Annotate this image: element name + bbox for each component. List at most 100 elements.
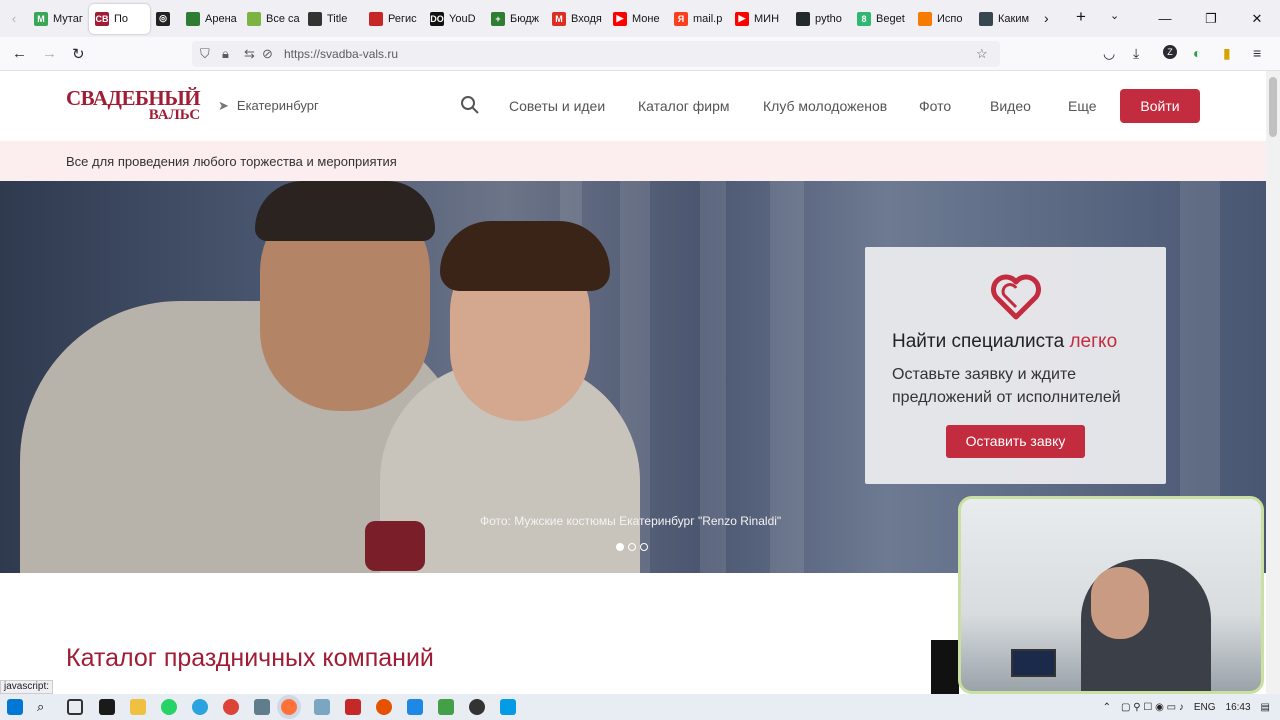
menu-item-more[interactable]: Еще: [1068, 98, 1097, 114]
tray-icons[interactable]: ▢ ⚲ ☐ ◉ ▭ ♪: [1121, 702, 1184, 713]
restore-icon[interactable]: ❐: [1188, 11, 1234, 27]
browser-tab[interactable]: + Бюдж: [485, 4, 546, 34]
tab-favicon-icon: M: [552, 11, 566, 26]
permissions-icon[interactable]: ⇆: [244, 46, 255, 62]
browser-tab[interactable]: ▶ МИН: [729, 4, 790, 34]
reload-icon[interactable]: ↻: [72, 45, 85, 63]
browser-tab[interactable]: 8 Beget: [851, 4, 912, 34]
tab-label: pytho: [815, 12, 842, 25]
webcam-overlay-edge: [931, 640, 959, 694]
login-button[interactable]: Войти: [1120, 89, 1200, 123]
pocket-icon[interactable]: ◡: [1103, 45, 1115, 62]
tab-label: Мутаг: [53, 12, 83, 25]
whatsapp-icon[interactable]: [161, 699, 177, 715]
menu-item-video[interactable]: Видео: [990, 98, 1031, 114]
location-arrow-icon: ➤: [218, 98, 229, 113]
heart-icon: [990, 273, 1042, 326]
menu-item-catalog[interactable]: Каталог фирм: [638, 98, 730, 114]
page-scrollbar[interactable]: [1266, 71, 1280, 694]
slider-dot-1[interactable]: [616, 543, 624, 551]
browser-tab[interactable]: СВ По: [89, 3, 150, 34]
browser-tab[interactable]: Все са: [241, 4, 302, 34]
browser-tab[interactable]: Испо: [912, 4, 973, 34]
browser-tab[interactable]: ◎: [150, 4, 180, 34]
tab-favicon-icon: 8: [857, 11, 871, 26]
browser-tab[interactable]: Яmail.p: [668, 4, 729, 34]
scroll-thumb[interactable]: [1269, 77, 1277, 137]
browser-tab[interactable]: Title: [302, 4, 363, 34]
tagline-strip: Все для проведения любого торжества и ме…: [0, 141, 1266, 181]
browser-tab[interactable]: Арена: [180, 4, 241, 34]
account-icon[interactable]: Z: [1163, 45, 1177, 59]
lock-icon[interactable]: 🔒︎: [222, 46, 229, 62]
site-logo[interactable]: СВАДЕБНЫЙ ВАЛЬС: [66, 88, 201, 124]
tab-favicon-icon: M: [34, 11, 48, 26]
menu-item-photo[interactable]: Фото: [919, 98, 951, 114]
url-bar[interactable]: ⛉ 🔒︎ ⇆ ⊘ https://svadba-vals.ru ☆: [192, 41, 1000, 67]
clock[interactable]: 16:43: [1226, 702, 1251, 713]
browser-tab[interactable]: pytho: [790, 4, 851, 34]
extension-icon[interactable]: ◐: [1193, 45, 1201, 61]
browser-tab[interactable]: Регис: [363, 4, 424, 34]
pycharm-icon[interactable]: [99, 699, 115, 715]
spreadsheet-icon[interactable]: [438, 699, 454, 715]
search-icon[interactable]: [460, 95, 480, 120]
tagline-text: Все для проведения любого торжества и ме…: [66, 154, 397, 169]
browser-tab[interactable]: Каким: [973, 4, 1034, 34]
app-icon[interactable]: [314, 699, 330, 715]
city-label: Екатеринбург: [236, 98, 319, 113]
bookmark-star-icon[interactable]: ☆: [976, 46, 988, 62]
notification-icon[interactable]: ▤: [1261, 702, 1270, 713]
tracking-off-icon[interactable]: ⊘: [262, 46, 273, 62]
calculator-icon[interactable]: [254, 699, 270, 715]
browser-tab[interactable]: ▶ Моне: [607, 4, 668, 34]
tab-favicon-icon: [369, 11, 383, 26]
tab-label: mail.p: [693, 12, 723, 25]
tab-label: Beget: [876, 12, 905, 25]
list-tabs-icon[interactable]: ⌄: [1110, 9, 1119, 22]
explorer-icon[interactable]: [130, 699, 146, 715]
image-viewer-icon[interactable]: [500, 699, 516, 715]
language-indicator[interactable]: ENG: [1194, 702, 1216, 713]
downloads-icon[interactable]: ⤓: [1133, 45, 1139, 62]
chrome-icon[interactable]: [223, 699, 239, 715]
tab-scroll-left-icon[interactable]: ‹: [0, 11, 28, 26]
firefox-icon[interactable]: [281, 699, 297, 715]
obs-icon[interactable]: [469, 699, 485, 715]
site-header: СВАДЕБНЫЙ ВАЛЬС ➤ Екатеринбург Советы и и…: [0, 71, 1266, 141]
tab-label: Арена: [205, 12, 237, 25]
shield-icon[interactable]: ⛉: [200, 46, 210, 62]
slider-dot-3[interactable]: [640, 543, 648, 551]
tab-favicon-icon: ◎: [156, 11, 170, 26]
search-taskbar-icon[interactable]: ⌕: [37, 699, 53, 715]
document-icon[interactable]: [407, 699, 423, 715]
slider-dot-2[interactable]: [628, 543, 636, 551]
start-icon[interactable]: [7, 699, 23, 715]
window-controls: — ❐ ✕: [1142, 0, 1280, 37]
tab-favicon-icon: ▶: [613, 11, 627, 26]
forward-icon[interactable]: →: [42, 45, 57, 62]
back-icon[interactable]: ←: [12, 45, 27, 62]
menu-icon[interactable]: ≡: [1253, 45, 1261, 61]
tab-strip: ‹ M Мутаг СВ По ◎ Арена Все са Title Регис DO YouD…: [0, 0, 1034, 37]
browser-tab[interactable]: M Мутаг: [28, 4, 89, 34]
app-red-icon[interactable]: [345, 699, 361, 715]
tab-favicon-icon: [979, 11, 993, 26]
task-view-icon[interactable]: [67, 699, 83, 715]
close-icon[interactable]: ✕: [1234, 11, 1280, 27]
browser-tab[interactable]: M Входя: [546, 4, 607, 34]
menu-item-tips[interactable]: Советы и идеи: [509, 98, 605, 114]
tab-favicon-icon: Я: [674, 11, 688, 26]
telegram-icon[interactable]: [192, 699, 208, 715]
bookmark-extension-icon[interactable]: ▮: [1223, 45, 1231, 62]
app-orange-icon[interactable]: [376, 699, 392, 715]
minimize-icon[interactable]: —: [1142, 11, 1188, 26]
url-text[interactable]: https://svadba-vals.ru: [284, 47, 398, 61]
city-selector[interactable]: ➤ Екатеринбург: [218, 98, 319, 114]
browser-tab[interactable]: DO YouD: [424, 4, 485, 34]
tray-expand-icon[interactable]: ⌃: [1103, 702, 1111, 713]
tab-scroll-right-icon[interactable]: ›: [1044, 10, 1049, 26]
menu-item-club[interactable]: Клуб молодоженов: [763, 98, 887, 114]
submit-request-button[interactable]: Оставить завку: [946, 425, 1085, 458]
new-tab-icon[interactable]: +: [1076, 7, 1086, 27]
